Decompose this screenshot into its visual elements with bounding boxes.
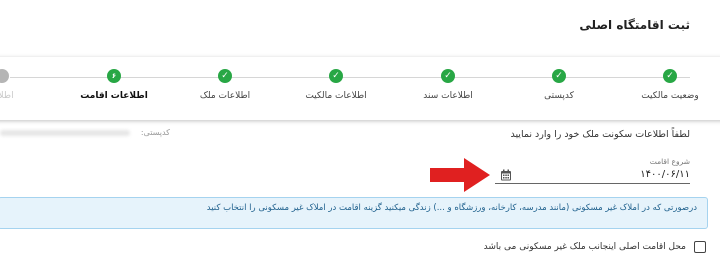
check-icon: ✓ [663,69,677,83]
form-instruction: لطفاً اطلاعات سکونت ملک خود را وارد نمای… [510,129,690,140]
step-ownership-status[interactable]: ✓ وضعیت مالکیت [625,69,715,101]
step-label: کدپستی [544,91,574,101]
step-label: اطلاعا [0,91,14,101]
step-number-badge: ۶ [107,69,121,83]
arrow-right-icon [430,158,490,192]
step-label: اطلاعات اقامت [80,91,148,101]
step-property-info[interactable]: ✓ اطلاعات ملک [180,69,270,101]
step-pending[interactable]: اطلاعا [0,69,47,101]
circle-icon [0,69,9,83]
calendar-icon[interactable] [500,169,512,181]
check-icon: ✓ [552,69,566,83]
start-date-field[interactable]: ۱۴۰۰/۰۶/۱۱ [495,167,690,184]
non-residential-label[interactable]: محل اقامت اصلی اینجانب ملک غیر مسکونی می… [484,242,686,252]
start-date-label: شروع اقامت [649,157,690,166]
non-residential-option[interactable]: محل اقامت اصلی اینجانب ملک غیر مسکونی می… [406,241,706,255]
non-residential-checkbox[interactable] [694,241,706,253]
info-alert: درصورتی که در املاک غیر مسکونی (مانند مد… [0,197,708,229]
redacted-value [0,130,130,136]
check-icon: ✓ [329,69,343,83]
step-residence-info[interactable]: ۶ اطلاعات اقامت [69,69,159,101]
start-date-value: ۱۴۰۰/۰۶/۱۱ [640,169,690,180]
step-label: اطلاعات مالکیت [305,91,367,101]
check-icon: ✓ [441,69,455,83]
tracking-label: کدپستی: [140,128,170,137]
step-postal-code[interactable]: ✓ کدپستی [514,69,604,101]
step-label: اطلاعات ملک [199,91,251,101]
step-label: اطلاعات سند [423,91,473,101]
tracking-code: کدپستی: [0,128,170,138]
step-label: وضعیت مالکیت [641,91,699,101]
page-title: ثبت اقامتگاه اصلی [579,18,690,32]
stepper: ✓ وضعیت مالکیت ✓ کدپستی ✓ اطلاعات سند ✓ … [0,57,720,120]
step-deed-info[interactable]: ✓ اطلاعات سند [403,69,493,101]
alert-text: درصورتی که در املاک غیر مسکونی (مانند مد… [206,203,697,213]
step-ownership-info[interactable]: ✓ اطلاعات مالکیت [291,69,381,101]
check-icon: ✓ [218,69,232,83]
